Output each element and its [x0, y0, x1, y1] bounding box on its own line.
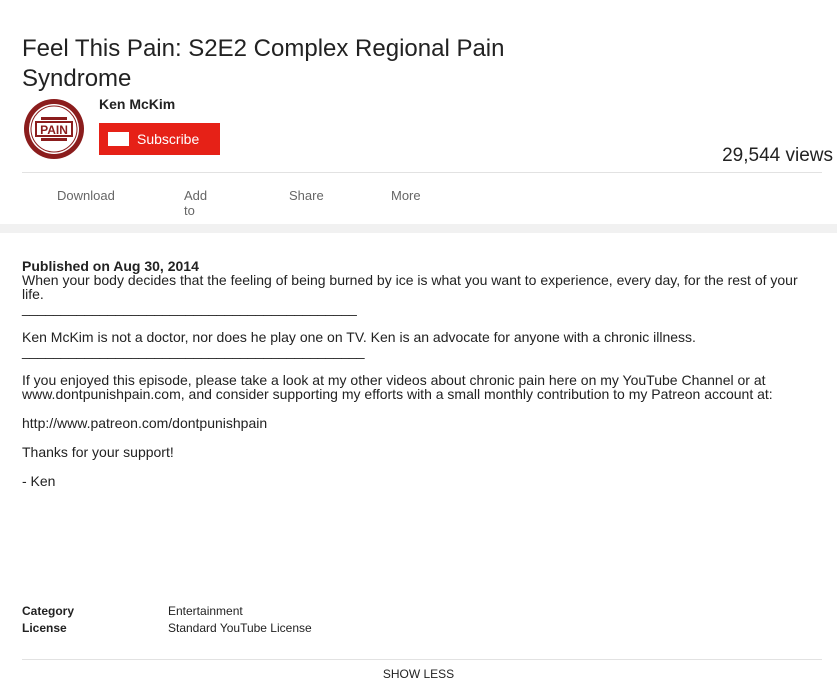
- share-button[interactable]: Share: [289, 188, 324, 203]
- patreon-link[interactable]: http://www.patreon.com/dontpunishpain: [22, 416, 822, 430]
- publish-date: Published on Aug 30, 2014: [22, 258, 199, 274]
- subscribe-label: Subscribe: [137, 131, 200, 147]
- description-paragraph: If you enjoyed this episode, please take…: [22, 372, 773, 402]
- more-button[interactable]: More: [391, 188, 421, 203]
- view-count: 29,544 views: [722, 145, 833, 166]
- svg-text:PAIN: PAIN: [40, 123, 68, 137]
- subscribe-icon: [108, 132, 129, 146]
- channel-name[interactable]: Ken McKim: [99, 96, 175, 112]
- description: Published on Aug 30, 2014 When your body…: [22, 259, 822, 488]
- metadata-row-license: License Standard YouTube License: [22, 620, 312, 637]
- video-info-card: Feel This Pain: S2E2 Complex Regional Pa…: [0, 0, 837, 224]
- description-card: Published on Aug 30, 2014 When your body…: [0, 233, 837, 698]
- description-signature: - Ken: [22, 473, 56, 489]
- subscribe-button[interactable]: Subscribe: [99, 123, 220, 155]
- description-paragraph: Thanks for your support!: [22, 444, 174, 460]
- license-value: Standard YouTube License: [168, 621, 312, 635]
- add-to-button[interactable]: Add to: [184, 188, 207, 218]
- channel-avatar[interactable]: PAIN: [23, 98, 85, 160]
- license-label: License: [22, 621, 67, 635]
- pain-logo-icon: PAIN: [24, 99, 84, 159]
- divider: [22, 659, 822, 660]
- metadata-row-category: Category Entertainment: [22, 603, 312, 620]
- category-label: Category: [22, 604, 75, 618]
- video-metadata: Category Entertainment License Standard …: [22, 603, 312, 637]
- description-paragraph: When your body decides that the feeling …: [22, 272, 798, 302]
- show-less-button[interactable]: SHOW LESS: [0, 667, 837, 681]
- download-button[interactable]: Download: [57, 188, 115, 203]
- video-title: Feel This Pain: S2E2 Complex Regional Pa…: [22, 35, 505, 93]
- divider: [22, 172, 822, 173]
- description-separator: ________________________________________…: [22, 300, 357, 316]
- description-separator: ________________________________________…: [22, 343, 365, 359]
- category-value[interactable]: Entertainment: [168, 603, 243, 620]
- description-paragraph: Ken McKim is not a doctor, nor does he p…: [22, 329, 696, 345]
